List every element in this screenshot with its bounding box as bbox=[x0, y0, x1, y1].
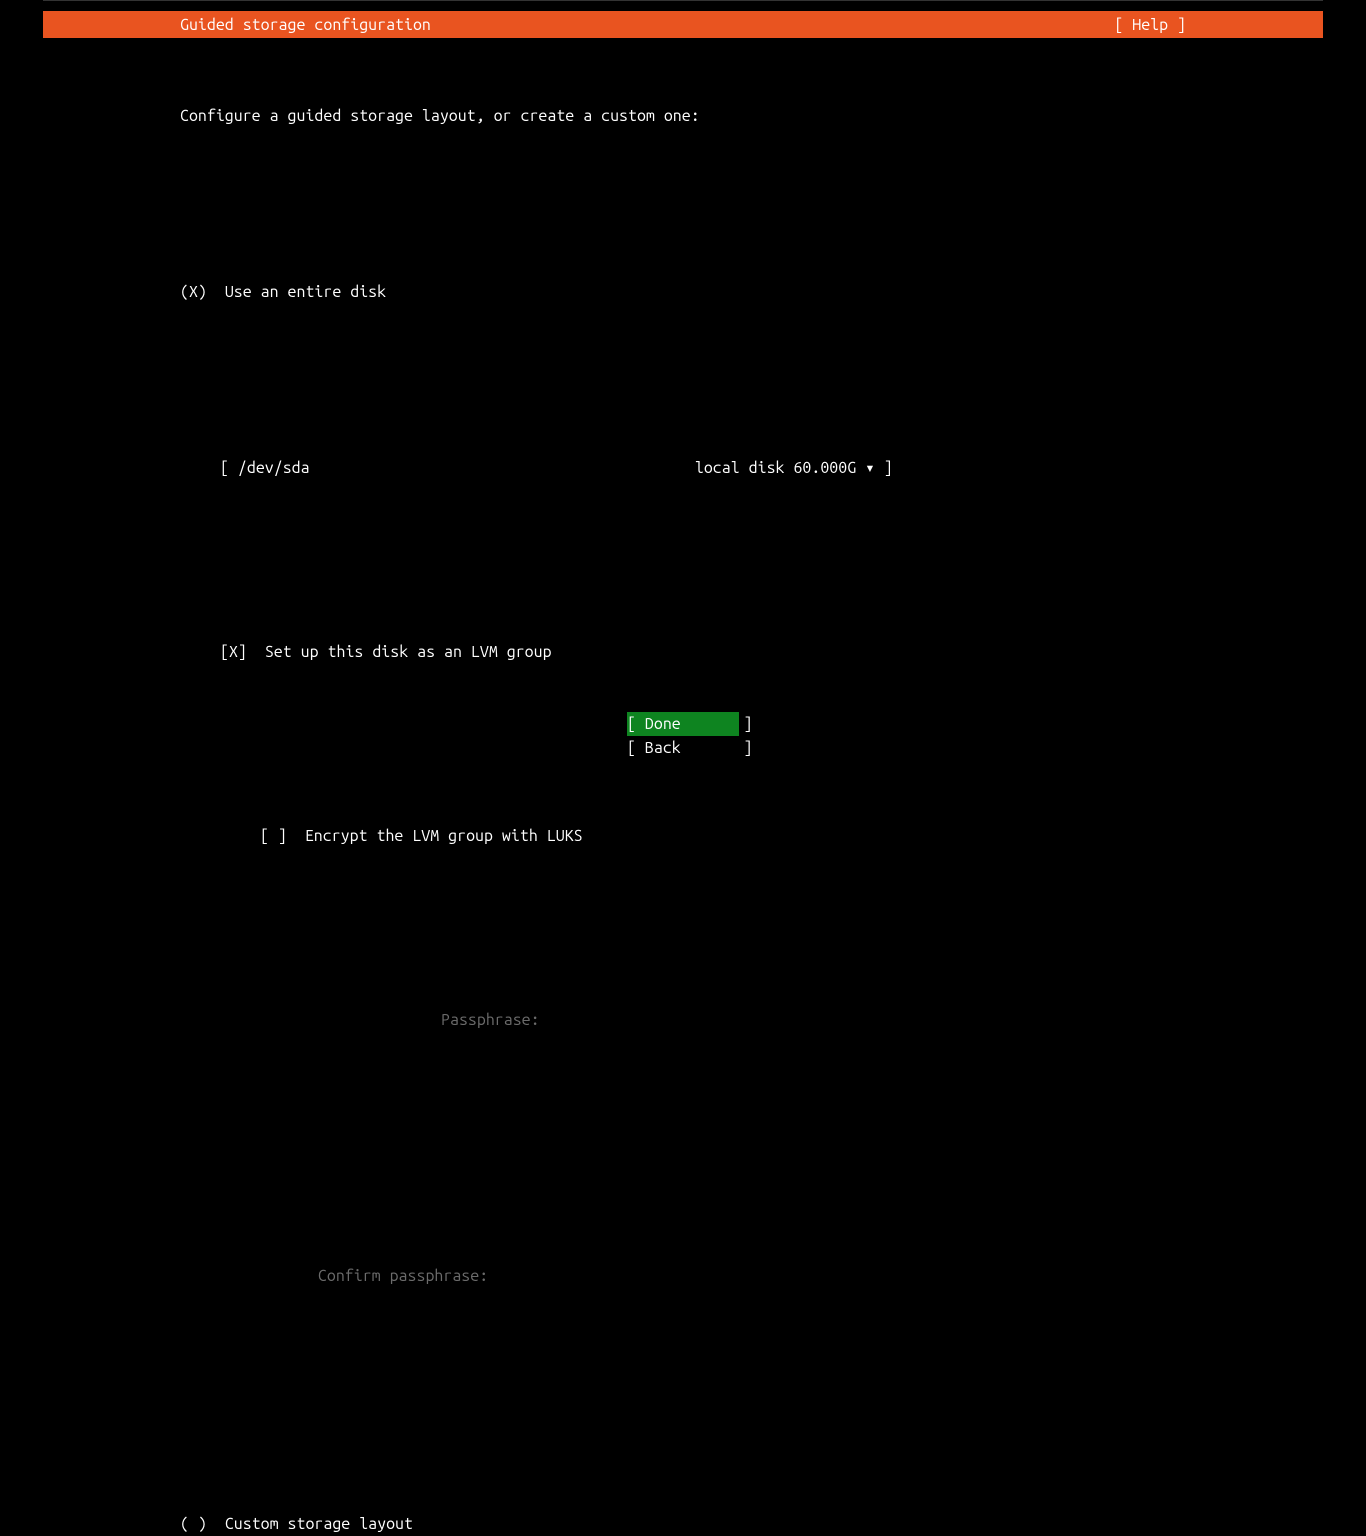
disk-description: local disk 60.000G bbox=[695, 459, 856, 477]
disk-device: /dev/sda bbox=[238, 459, 310, 477]
checkbox-lvm[interactable]: [X] Set up this disk as an LVM group bbox=[220, 640, 1366, 664]
confirm-passphrase-row: Confirm passphrase: bbox=[300, 1264, 1366, 1288]
radio-label: Custom storage layout bbox=[225, 1515, 413, 1533]
main-content: Configure a guided storage layout, or cr… bbox=[0, 38, 1366, 1536]
done-button[interactable]: [ Done ] bbox=[627, 712, 739, 736]
passphrase-row: Passphrase: bbox=[300, 1008, 1366, 1032]
footer-buttons: [ Done ] [ Back ] bbox=[0, 712, 1366, 760]
radio-label: Use an entire disk bbox=[225, 283, 386, 301]
header-bar: Guided storage configuration [ Help ] bbox=[43, 11, 1323, 38]
intro-text: Configure a guided storage layout, or cr… bbox=[180, 104, 1366, 128]
radio-use-entire-disk[interactable]: (X) Use an entire disk bbox=[180, 280, 1366, 304]
back-button[interactable]: [ Back ] bbox=[627, 736, 739, 760]
checkbox-marker: [ ] bbox=[260, 827, 287, 845]
help-button[interactable]: [ Help ] bbox=[1114, 13, 1186, 37]
checkbox-encrypt[interactable]: [ ] Encrypt the LVM group with LUKS bbox=[260, 824, 1366, 848]
checkbox-label: Set up this disk as an LVM group bbox=[265, 643, 552, 661]
checkbox-marker: [X] bbox=[220, 643, 247, 661]
confirm-passphrase-label: Confirm passphrase: bbox=[318, 1264, 468, 1288]
radio-marker: ( ) bbox=[180, 1515, 207, 1533]
passphrase-label: Passphrase: bbox=[390, 1008, 540, 1032]
dropdown-arrow-icon: ▾ bbox=[865, 459, 875, 477]
page-title: Guided storage configuration bbox=[180, 13, 431, 37]
radio-marker: (X) bbox=[180, 283, 207, 301]
disk-selector[interactable]: [ /dev/sda local disk 60.000G ▾ ] bbox=[220, 456, 1366, 480]
radio-custom-layout[interactable]: ( ) Custom storage layout bbox=[180, 1512, 1366, 1536]
checkbox-label: Encrypt the LVM group with LUKS bbox=[305, 827, 583, 845]
